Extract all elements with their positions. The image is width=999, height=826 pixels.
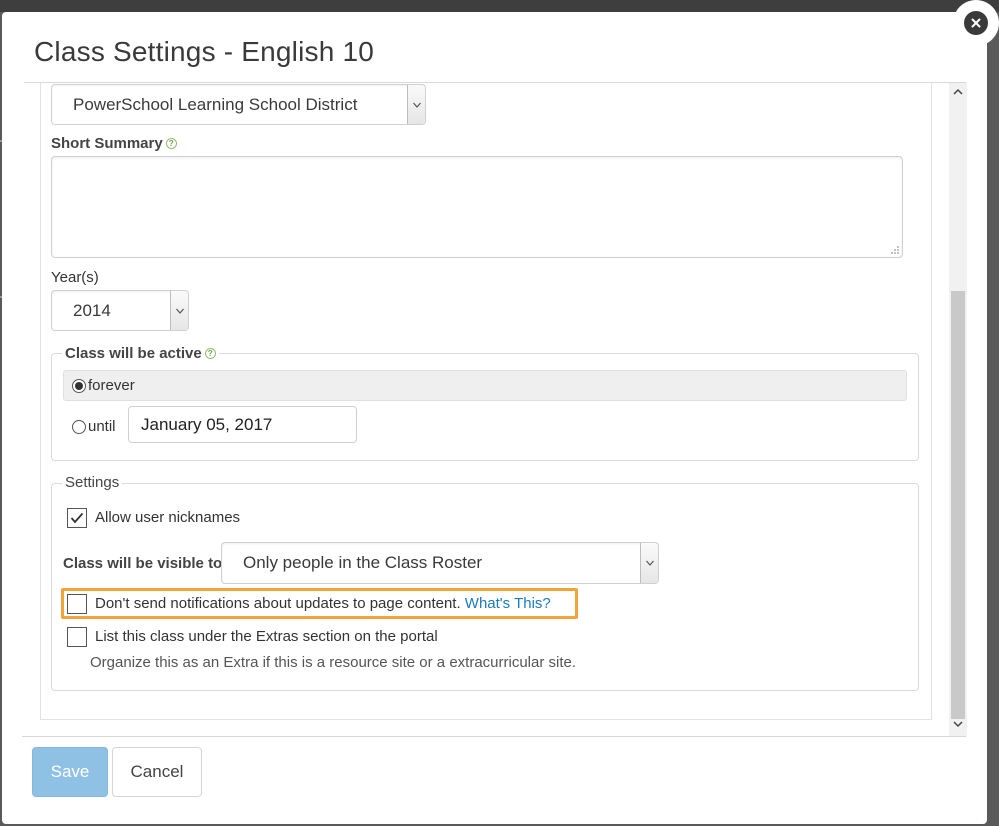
- modal-title: Class Settings - English 10: [34, 36, 375, 67]
- forever-radio-option[interactable]: forever: [72, 377, 135, 394]
- years-select[interactable]: 2014: [51, 290, 189, 331]
- years-label: Year(s): [51, 269, 99, 286]
- chevron-down-icon: [407, 85, 425, 124]
- until-radio[interactable]: [72, 419, 86, 434]
- extras-label: List this class under the Extras section…: [95, 628, 438, 645]
- years-value: 2014: [73, 300, 111, 320]
- short-summary-label-text: Short Summary: [51, 135, 163, 152]
- forever-option-row[interactable]: [63, 370, 907, 401]
- visible-to-value: Only people in the Class Roster: [243, 553, 483, 572]
- visible-to-label: Class will be visible to: [63, 555, 223, 572]
- no-notifications-label: Don't send notifications about updates t…: [95, 595, 461, 612]
- short-summary-textarea[interactable]: [51, 156, 903, 258]
- until-date-input[interactable]: January 05, 2017: [128, 406, 357, 443]
- short-summary-label: Short Summary?: [51, 135, 177, 152]
- until-radio-option[interactable]: until: [72, 418, 116, 435]
- close-button[interactable]: [953, 0, 999, 46]
- scroll-up-icon[interactable]: [949, 87, 967, 101]
- settings-legend: Settings: [62, 474, 123, 491]
- no-notifications-row: Don't send notifications about updates t…: [95, 595, 551, 612]
- allow-nicknames-label: Allow user nicknames: [95, 509, 241, 526]
- scroll-down-icon[interactable]: [949, 719, 967, 733]
- scrollbar-thumb[interactable]: [951, 291, 965, 719]
- chevron-down-icon: [640, 543, 658, 583]
- vertical-scrollbar[interactable]: [949, 83, 967, 737]
- save-button[interactable]: Save: [32, 747, 108, 797]
- whats-this-link[interactable]: What's This?: [465, 595, 551, 612]
- extras-hint: Organize this as an Extra if this is a r…: [90, 654, 577, 671]
- checkmark-icon: [70, 512, 84, 524]
- active-legend-text: Class will be active: [65, 345, 202, 362]
- footer-divider: [22, 736, 966, 737]
- no-notifications-checkbox[interactable]: [67, 594, 87, 614]
- modal-backdrop: [0, 0, 999, 12]
- help-icon[interactable]: ?: [204, 348, 216, 359]
- visible-to-select[interactable]: Only people in the Class Roster: [221, 542, 659, 584]
- school-district-select[interactable]: PowerSchool Learning School District: [51, 84, 426, 125]
- close-icon: [964, 11, 988, 35]
- chevron-down-icon: [170, 291, 188, 330]
- allow-nicknames-checkbox[interactable]: [67, 508, 87, 528]
- active-legend: Class will be active?: [62, 345, 219, 362]
- help-icon[interactable]: ?: [165, 138, 177, 149]
- extras-checkbox[interactable]: [67, 627, 87, 647]
- until-label: until: [88, 418, 116, 435]
- forever-radio[interactable]: [72, 378, 86, 393]
- forever-label: forever: [88, 377, 135, 394]
- resize-grip-icon[interactable]: [890, 245, 900, 255]
- cancel-button[interactable]: Cancel: [112, 747, 202, 797]
- school-district-value: PowerSchool Learning School District: [73, 94, 358, 114]
